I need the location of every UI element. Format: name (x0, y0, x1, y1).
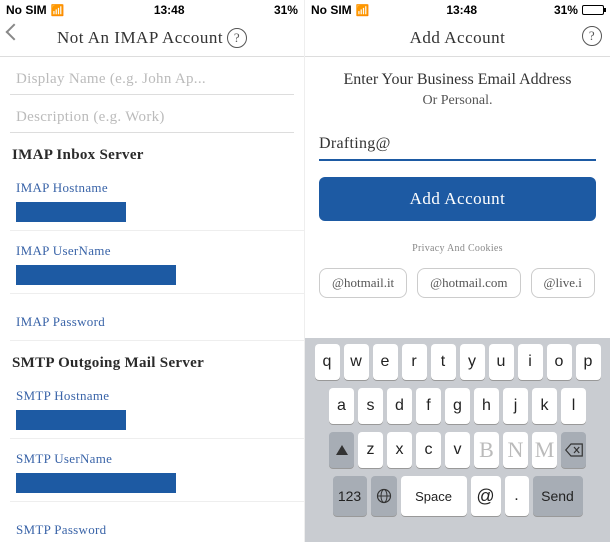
backspace-icon (565, 443, 583, 457)
key-u[interactable]: u (489, 344, 514, 380)
domain-chips: @hotmail.it @hotmail.com @live.i (319, 268, 596, 298)
add-account-screen: No SIM 13:48 31% Add Account ? Enter You… (305, 0, 610, 542)
imap-password-label[interactable]: IMAP Password (10, 294, 294, 340)
key-dot[interactable]: . (505, 476, 529, 516)
smtp-password-label[interactable]: SMTP Password (10, 502, 294, 542)
add-account-button[interactable]: Add Account (319, 177, 596, 221)
key-backspace[interactable] (561, 432, 586, 468)
key-l[interactable]: l (561, 388, 586, 424)
key-o[interactable]: o (547, 344, 572, 380)
key-g[interactable]: g (445, 388, 470, 424)
description-field[interactable]: Description (e.g. Work) (10, 95, 294, 133)
smtp-section-header: SMTP Outgoing Mail Server (10, 341, 294, 376)
email-input[interactable]: Drafting@ (319, 131, 596, 161)
wifi-icon (356, 3, 370, 17)
imap-settings-screen: No SIM 13:48 31% Not An IMAP Account ? D… (0, 0, 305, 542)
smtp-username-label: SMTP UserName (10, 439, 294, 471)
help-button[interactable]: ? (582, 26, 602, 46)
key-z[interactable]: z (358, 432, 383, 468)
key-m[interactable]: M (532, 432, 557, 468)
key-at[interactable]: @ (471, 476, 501, 516)
key-space[interactable]: Space (401, 476, 467, 516)
key-f[interactable]: f (416, 388, 441, 424)
privacy-link[interactable]: Privacy And Cookies (319, 243, 596, 254)
smtp-username-field[interactable] (16, 473, 176, 493)
imap-username-label: IMAP UserName (10, 231, 294, 263)
key-a[interactable]: a (329, 388, 354, 424)
key-j[interactable]: j (503, 388, 528, 424)
key-n[interactable]: N (503, 432, 528, 468)
key-globe[interactable] (371, 476, 397, 516)
heading: Enter Your Business Email Address (319, 71, 596, 89)
imap-hostname-field[interactable] (16, 202, 126, 222)
domain-chip[interactable]: @hotmail.it (319, 268, 407, 298)
key-p[interactable]: p (576, 344, 601, 380)
help-icon: ? (582, 26, 602, 46)
imap-hostname-label: IMAP Hostname (10, 168, 294, 200)
display-name-field[interactable]: Display Name (e.g. John Ap... (10, 57, 294, 95)
domain-chip[interactable]: @live.i (531, 268, 595, 298)
imap-username-field[interactable] (16, 265, 176, 285)
smtp-hostname-field[interactable] (16, 410, 126, 430)
subheading: Or Personal. (319, 93, 596, 109)
nav-bar: Not An IMAP Account ? (0, 20, 304, 56)
smtp-hostname-label: SMTP Hostname (10, 376, 294, 408)
imap-section-header: IMAP Inbox Server (10, 133, 294, 168)
battery-pct: 31% (554, 3, 578, 17)
key-send[interactable]: Send (533, 476, 583, 516)
key-x[interactable]: x (387, 432, 412, 468)
status-bar: No SIM 13:48 31% (305, 0, 610, 20)
key-v[interactable]: v (445, 432, 470, 468)
key-b[interactable]: B (474, 432, 499, 468)
nav-title: Add Account (410, 28, 506, 48)
help-icon[interactable]: ? (227, 28, 247, 48)
wifi-icon (51, 3, 65, 17)
key-t[interactable]: t (431, 344, 456, 380)
battery-pct: 31% (274, 3, 298, 17)
key-w[interactable]: w (344, 344, 369, 380)
key-q[interactable]: q (315, 344, 340, 380)
keyboard: q w e r t y u i o p a s d f g h j k l (305, 338, 610, 542)
key-h[interactable]: h (474, 388, 499, 424)
key-shift[interactable] (329, 432, 354, 468)
key-c[interactable]: c (416, 432, 441, 468)
chevron-left-icon (6, 24, 23, 41)
globe-icon (376, 488, 392, 504)
nav-bar: Add Account ? (305, 20, 610, 56)
nav-title: Not An IMAP Account ? (57, 28, 247, 48)
clock: 13:48 (446, 3, 477, 17)
status-bar: No SIM 13:48 31% (0, 0, 304, 20)
back-button[interactable] (8, 26, 20, 38)
domain-chip[interactable]: @hotmail.com (417, 268, 520, 298)
key-k[interactable]: k (532, 388, 557, 424)
carrier-text: No SIM (6, 3, 47, 17)
clock: 13:48 (154, 3, 185, 17)
battery-icon (582, 5, 604, 15)
carrier-text: No SIM (311, 3, 352, 17)
key-r[interactable]: r (402, 344, 427, 380)
key-e[interactable]: e (373, 344, 398, 380)
key-y[interactable]: y (460, 344, 485, 380)
key-numbers[interactable]: 123 (333, 476, 367, 516)
key-s[interactable]: s (358, 388, 383, 424)
key-i[interactable]: i (518, 344, 543, 380)
key-d[interactable]: d (387, 388, 412, 424)
